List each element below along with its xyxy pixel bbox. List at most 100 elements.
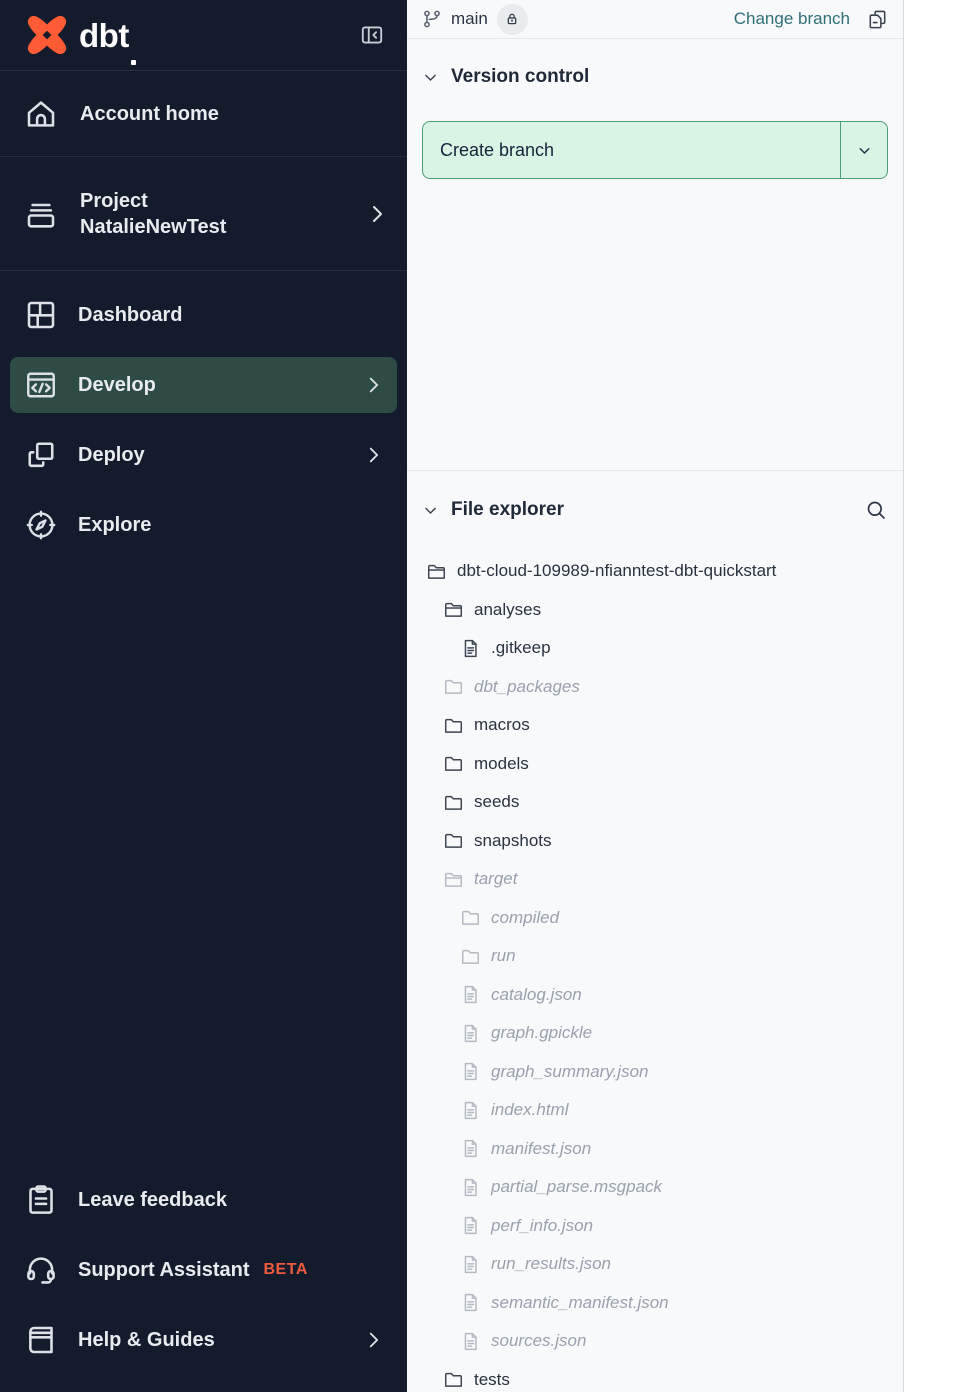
tree-item-label: manifest.json [491, 1139, 591, 1159]
tree-item-label: run [491, 946, 516, 966]
sidebar-item-develop[interactable]: Develop [10, 357, 397, 413]
tree-item[interactable]: dbt_packages [422, 668, 888, 707]
compass-icon [22, 507, 60, 543]
sidebar-item-label: Develop [78, 372, 156, 398]
create-branch-dropdown-toggle[interactable] [840, 122, 887, 178]
tree-item[interactable]: run_results.json [422, 1245, 888, 1284]
tree-item-label: graph.gpickle [491, 1023, 592, 1043]
tree-item[interactable]: semantic_manifest.json [422, 1284, 888, 1323]
folder-open-icon [443, 599, 464, 620]
tree-item[interactable]: compiled [422, 899, 888, 938]
tree-item-label: target [474, 869, 517, 889]
tree-item[interactable]: models [422, 745, 888, 784]
sidebar-item-deploy[interactable]: Deploy [10, 427, 397, 483]
tree-item[interactable]: sources.json [422, 1322, 888, 1361]
tree-item-label: semantic_manifest.json [491, 1293, 669, 1313]
brand-wordmark: dbt [79, 19, 129, 52]
file-icon [460, 1023, 481, 1044]
file-explorer-header[interactable]: File explorer [422, 471, 888, 522]
tree-item[interactable]: analyses [422, 591, 888, 630]
project-name: NatalieNewTest [80, 216, 226, 238]
bottom-nav-group: Leave feedback Support Assistant BETA [0, 1172, 407, 1392]
tree-item[interactable]: manifest.json [422, 1130, 888, 1169]
deploy-icon [22, 437, 60, 473]
current-branch-name: main [451, 9, 488, 29]
sidebar-item-explore[interactable]: Explore [10, 497, 397, 553]
tree-item-label: run_results.json [491, 1254, 611, 1274]
project-label: Project [80, 190, 148, 212]
tree-item[interactable]: catalog.json [422, 976, 888, 1015]
tree-item[interactable]: snapshots [422, 822, 888, 861]
version-control-header[interactable]: Version control [422, 39, 888, 88]
sidebar-item-project[interactable]: Project NatalieNewTest [0, 157, 407, 270]
sidebar-item-label: Deploy [78, 442, 145, 468]
folder-open-icon [443, 869, 464, 890]
branch-locked-badge [497, 4, 528, 35]
sidebar-item-label: Dashboard [78, 302, 182, 328]
tree-item[interactable]: run [422, 937, 888, 976]
tree-item[interactable]: dbt-cloud-109989-nfianntest-dbt-quicksta… [422, 552, 888, 591]
file-icon [460, 638, 481, 659]
section-title: File explorer [451, 499, 564, 521]
sidebar-item-label: Account home [80, 101, 219, 127]
tree-item[interactable]: macros [422, 706, 888, 745]
sidebar-item-help-guides[interactable]: Help & Guides [10, 1312, 397, 1368]
tree-item-label: dbt-cloud-109989-nfianntest-dbt-quicksta… [457, 561, 776, 581]
sidebar: dbt Account home [0, 0, 407, 1392]
chevron-right-icon [369, 203, 385, 225]
section-title: Version control [451, 66, 589, 88]
tree-item-label: partial_parse.msgpack [491, 1177, 662, 1197]
sidebar-item-label: Leave feedback [78, 1187, 227, 1213]
create-branch-button[interactable]: Create branch [422, 121, 888, 179]
branch-topbar: main Change branch [407, 0, 903, 39]
sidebar-item-account-home[interactable]: Account home [0, 71, 407, 156]
tree-item-label: macros [474, 715, 530, 735]
tree-item-label: .gitkeep [491, 638, 551, 658]
tree-item-label: compiled [491, 908, 559, 928]
file-icon [460, 1177, 481, 1198]
tree-item[interactable]: .gitkeep [422, 629, 888, 668]
folder-icon [443, 830, 464, 851]
folder-icon [460, 946, 481, 967]
home-icon [22, 96, 60, 132]
tree-item[interactable]: index.html [422, 1091, 888, 1130]
tree-item[interactable]: seeds [422, 783, 888, 822]
clipboard-icon [22, 1182, 60, 1218]
tree-item-label: snapshots [474, 831, 552, 851]
change-branch-link[interactable]: Change branch [734, 9, 850, 29]
tree-item[interactable]: tests [422, 1361, 888, 1399]
sidebar-item-label: Support Assistant [78, 1257, 250, 1283]
dbt-logo-icon [24, 12, 70, 58]
chevron-right-icon [366, 375, 381, 395]
sidebar-item-leave-feedback[interactable]: Leave feedback [10, 1172, 397, 1228]
file-icon [460, 984, 481, 1005]
file-icon [460, 1100, 481, 1121]
search-icon[interactable] [864, 498, 888, 522]
tree-item-label: analyses [474, 600, 541, 620]
sidebar-item-dashboard[interactable]: Dashboard [10, 287, 397, 343]
tree-item-label: tests [474, 1370, 510, 1390]
tree-item[interactable]: target [422, 860, 888, 899]
tree-item[interactable]: perf_info.json [422, 1207, 888, 1246]
tree-item[interactable]: graph_summary.json [422, 1053, 888, 1092]
tree-item-label: models [474, 754, 529, 774]
folder-icon [443, 676, 464, 697]
copy-icon[interactable] [866, 8, 889, 31]
tree-item-label: sources.json [491, 1331, 586, 1351]
folder-icon [460, 907, 481, 928]
develop-icon [22, 367, 60, 403]
sidebar-item-support-assistant[interactable]: Support Assistant BETA [10, 1242, 397, 1298]
tree-item[interactable]: graph.gpickle [422, 1014, 888, 1053]
sidebar-item-label: Explore [78, 512, 151, 538]
file-icon [460, 1254, 481, 1275]
file-icon [460, 1331, 481, 1352]
tree-item-label: graph_summary.json [491, 1062, 648, 1082]
tree-item-label: seeds [474, 792, 519, 812]
chevron-down-icon [856, 142, 873, 159]
file-icon [460, 1292, 481, 1313]
sidebar-item-label: Help & Guides [78, 1327, 215, 1353]
folder-icon [443, 753, 464, 774]
collapse-sidebar-icon[interactable] [359, 22, 385, 48]
tree-item[interactable]: partial_parse.msgpack [422, 1168, 888, 1207]
folder-icon [443, 715, 464, 736]
